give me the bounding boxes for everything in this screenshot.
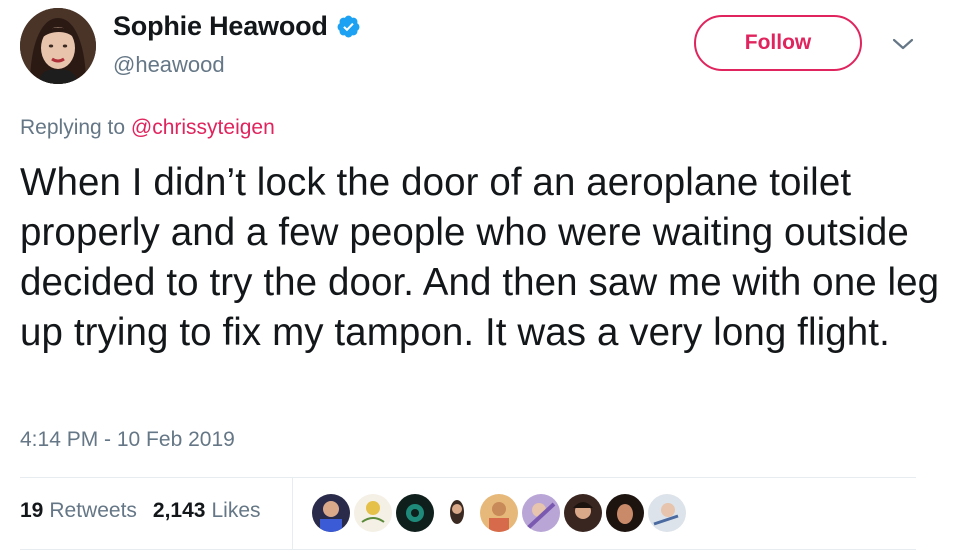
likes-label: Likes [211, 499, 261, 522]
liker-avatar[interactable] [564, 494, 602, 532]
chevron-down-icon[interactable] [890, 34, 916, 54]
liker-avatar[interactable] [606, 494, 644, 532]
verified-badge-icon [337, 15, 360, 38]
retweets-label: Retweets [49, 499, 137, 522]
replying-to: Replying to @chrissyteigen [20, 116, 275, 140]
replying-to-label: Replying to [20, 116, 126, 139]
liker-avatar[interactable] [396, 494, 434, 532]
divider [20, 549, 916, 550]
follow-button[interactable]: Follow [694, 15, 862, 71]
display-name[interactable]: Sophie Heawood [113, 11, 328, 42]
liker-avatar[interactable] [522, 494, 560, 532]
liker-avatar[interactable] [354, 494, 392, 532]
liker-avatar[interactable] [312, 494, 350, 532]
liker-avatar[interactable] [648, 494, 686, 532]
retweets-stat[interactable]: 19 Retweets [20, 499, 137, 523]
liker-avatars [312, 494, 686, 532]
user-avatar[interactable] [20, 8, 96, 84]
retweets-count: 19 [20, 499, 44, 522]
tweet-text: When I didn’t lock the door of an aeropl… [20, 161, 940, 354]
divider [20, 477, 916, 478]
user-name-row: Sophie Heawood [113, 11, 361, 42]
reply-mention-link[interactable]: @chrissyteigen [131, 116, 275, 139]
likes-stat[interactable]: 2,143 Likes [153, 499, 261, 523]
liker-avatar[interactable] [438, 494, 476, 532]
tweet-stats: 19 Retweets 2,143 Likes [20, 499, 261, 523]
user-handle[interactable]: @heawood [113, 52, 225, 78]
likes-count: 2,143 [152, 499, 206, 522]
stats-divider [292, 478, 293, 549]
tweet-timestamp[interactable]: 4:14 PM - 10 Feb 2019 [20, 428, 235, 452]
liker-avatar[interactable] [480, 494, 518, 532]
